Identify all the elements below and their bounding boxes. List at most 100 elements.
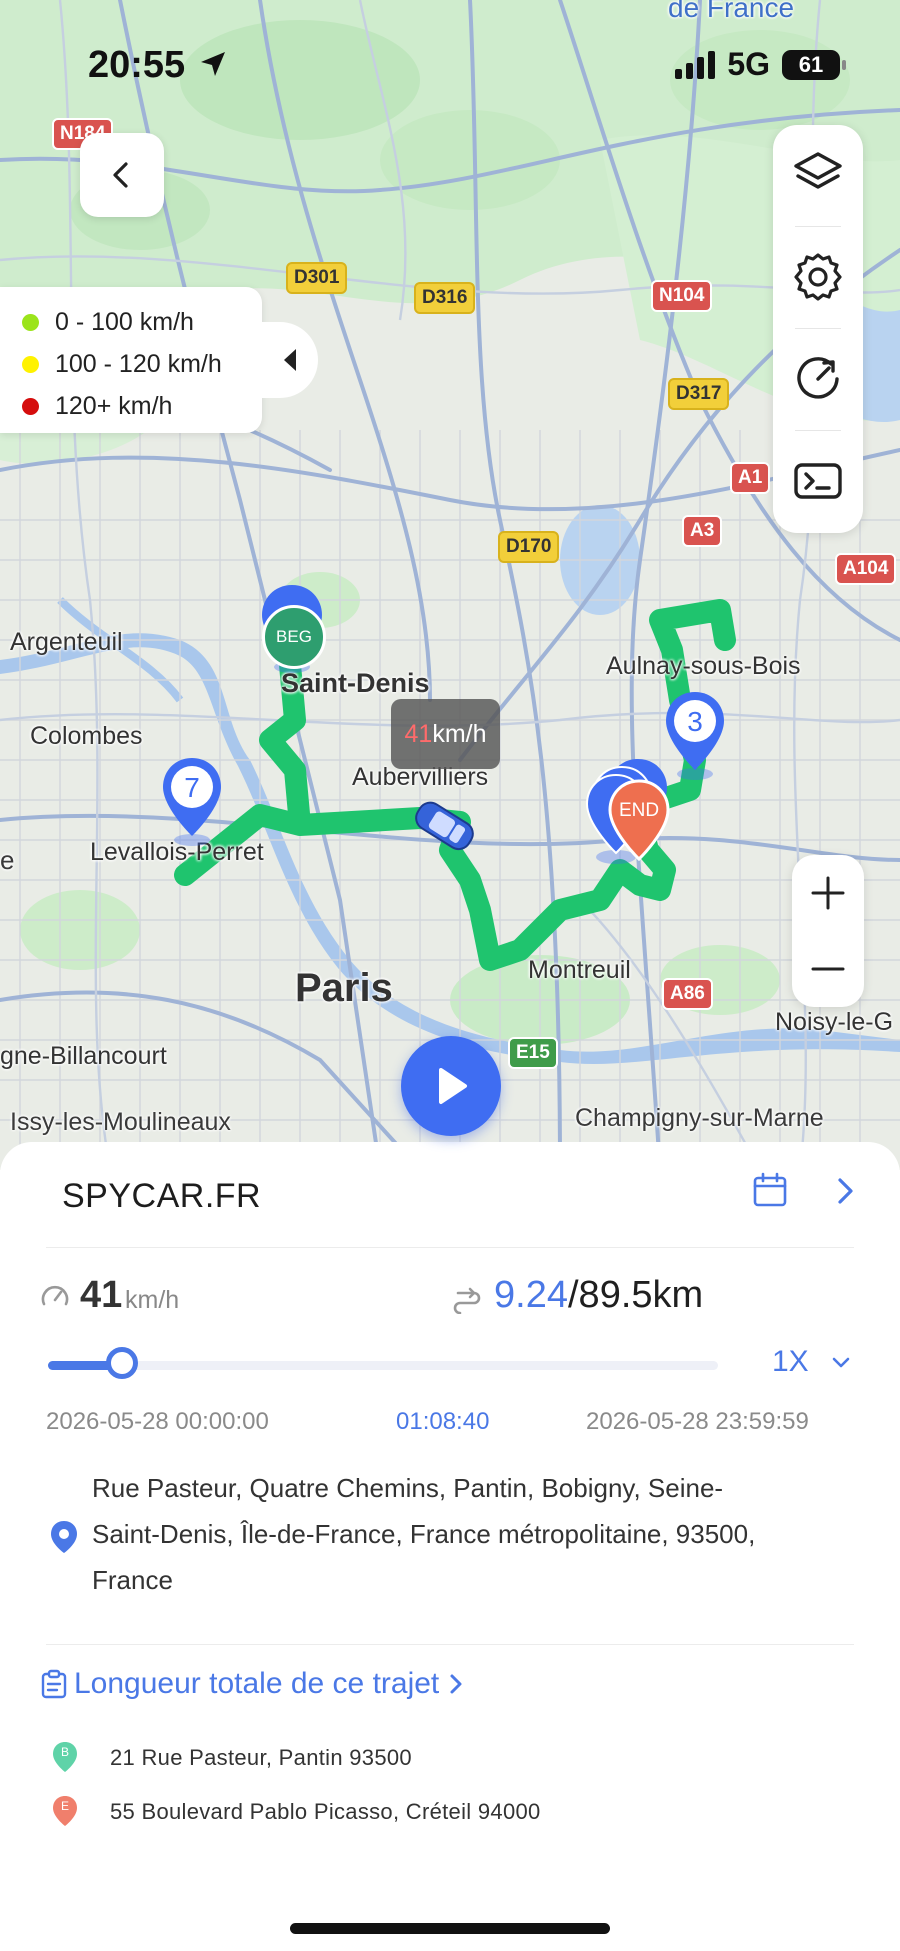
- legend-dot: [22, 355, 39, 373]
- total-length-label: Longueur totale de ce trajet: [74, 1667, 440, 1700]
- stop-marker-label: 3: [687, 706, 703, 737]
- speedometer-icon: [40, 1282, 70, 1317]
- current-address: Rue Pasteur, Quatre Chemins, Pantin, Bob…: [92, 1465, 862, 1603]
- calendar-icon: [753, 1172, 787, 1207]
- layers-button[interactable]: [773, 125, 863, 225]
- start-point-marker: B: [50, 1740, 80, 1774]
- location-pin-icon: [48, 1519, 80, 1560]
- address-line: Rue Pasteur, Quatre Chemins, Pantin, Bob…: [92, 1473, 724, 1503]
- plus-icon: [811, 876, 845, 910]
- map-view[interactable]: de France Argenteuil Saint-Denis Aulnay-…: [0, 0, 900, 1170]
- start-pin-letter: B: [60, 1745, 69, 1759]
- terminal-icon: [794, 463, 842, 499]
- place-label-aulnay: Aulnay-sous-Bois: [606, 652, 801, 680]
- legend-row: 0 - 100 km/h: [22, 301, 262, 343]
- road-shield: E15: [508, 1037, 558, 1069]
- place-label-paris: Paris: [295, 966, 393, 1010]
- legend-label: 120+ km/h: [55, 391, 173, 420]
- address-line: France: [92, 1565, 173, 1595]
- settings-button[interactable]: [773, 227, 863, 327]
- back-button[interactable]: [80, 133, 164, 217]
- clipboard-icon: [41, 1669, 67, 1699]
- road-shield: D317: [668, 378, 730, 410]
- place-label-issy: Issy-les-Moulineaux: [10, 1108, 231, 1136]
- trip-panel: SPYCAR.FR 41 km/h 9.24 /89.5km 1X 2026-0…: [0, 1142, 900, 1951]
- rate-dropdown-button[interactable]: [830, 1351, 852, 1378]
- stop-marker-label: 7: [184, 772, 200, 803]
- place-label-noisy: Noisy-le-G: [775, 1008, 894, 1036]
- chevron-down-icon: [832, 1357, 850, 1368]
- gear-icon: [794, 253, 842, 301]
- chevron-right-icon: [838, 1178, 853, 1204]
- car-icon: [415, 801, 474, 851]
- play-icon: [439, 1068, 467, 1104]
- route-swap-icon: [452, 1284, 482, 1319]
- begin-marker-label: BEG: [262, 605, 326, 669]
- home-indicator[interactable]: [290, 1923, 610, 1934]
- location-arrow-icon: [200, 52, 225, 76]
- address-line: Saint-Denis, Île-de-France, France métro…: [92, 1519, 756, 1549]
- road-shield: D301: [286, 262, 348, 294]
- time-end: 2026-05-28 23:59:59: [586, 1408, 809, 1435]
- map-tools: [773, 125, 863, 533]
- signal-icon: [675, 50, 716, 79]
- end-marker-label: END: [618, 800, 660, 821]
- road-shield: A3: [682, 515, 723, 547]
- place-label-champigny: Champigny-sur-Marne: [575, 1104, 824, 1132]
- legend-dot: [22, 313, 39, 331]
- status-time-text: 20:55: [88, 44, 186, 86]
- playback-track[interactable]: [48, 1361, 718, 1370]
- playback-rate[interactable]: 1X: [772, 1345, 809, 1379]
- distance-current: 9.24: [494, 1274, 568, 1316]
- speed-tooltip-value: 41: [404, 719, 433, 748]
- total-length-link[interactable]: Longueur totale de ce trajet: [40, 1667, 467, 1701]
- status-indicators: 5G 61: [675, 46, 846, 83]
- time-start: 2026-05-28 00:00:00: [46, 1408, 269, 1435]
- refresh-icon: [797, 357, 839, 399]
- next-button[interactable]: [830, 1174, 860, 1213]
- road-shield: D316: [414, 282, 476, 314]
- playback-slider-handle[interactable]: [105, 1347, 138, 1379]
- road-shield: D170: [498, 531, 560, 563]
- stop-marker-7[interactable]: 7: [160, 756, 224, 848]
- console-button[interactable]: [773, 431, 863, 531]
- speed-legend: 0 - 100 km/h 100 - 120 km/h 120+ km/h: [0, 287, 262, 433]
- end-marker[interactable]: END: [607, 779, 671, 869]
- calendar-button[interactable]: [752, 1172, 788, 1213]
- device-title: SPYCAR.FR: [62, 1177, 262, 1215]
- speed-unit: km/h: [125, 1286, 180, 1314]
- legend-label: 0 - 100 km/h: [55, 307, 194, 336]
- start-address: 21 Rue Pasteur, Pantin 93500: [110, 1745, 412, 1770]
- status-time: 20:55: [88, 44, 228, 87]
- caret-left-icon: [284, 349, 296, 371]
- zoom-controls: [792, 855, 864, 1007]
- place-label-argenteuil: Argenteuil: [10, 628, 123, 656]
- end-pin-letter: E: [60, 1799, 69, 1813]
- place-label: de France: [668, 0, 795, 23]
- zoom-in-button[interactable]: [792, 855, 864, 931]
- time-current: 01:08:40: [396, 1408, 490, 1435]
- divider: [46, 1644, 854, 1645]
- legend-row: 120+ km/h: [22, 385, 262, 427]
- place-label-montreuil: Montreuil: [528, 956, 631, 984]
- zoom-out-button[interactable]: [792, 931, 864, 1007]
- stop-marker-3[interactable]: 3: [663, 690, 727, 782]
- begin-marker[interactable]: BEG: [258, 583, 326, 675]
- place-label-billancourt: gne-Billancourt: [0, 1042, 167, 1070]
- road-shield: A104: [835, 553, 897, 585]
- divider: [46, 1247, 854, 1248]
- minus-icon: [811, 967, 845, 971]
- car-marker: [405, 790, 485, 865]
- layers-icon: [794, 152, 842, 189]
- speed-tooltip-unit: km/h: [432, 719, 487, 748]
- network-label: 5G: [727, 46, 770, 82]
- place-label-edge: e: [0, 845, 15, 875]
- chevron-right-icon: [450, 1674, 462, 1694]
- replay-button[interactable]: [773, 329, 863, 429]
- play-button[interactable]: [401, 1036, 501, 1136]
- end-address: 55 Boulevard Pablo Picasso, Créteil 9400…: [110, 1799, 541, 1824]
- distance-total: /89.5km: [568, 1274, 704, 1316]
- legend-dot: [22, 397, 39, 415]
- road-shield: N104: [651, 280, 713, 312]
- place-label-colombes: Colombes: [30, 722, 143, 750]
